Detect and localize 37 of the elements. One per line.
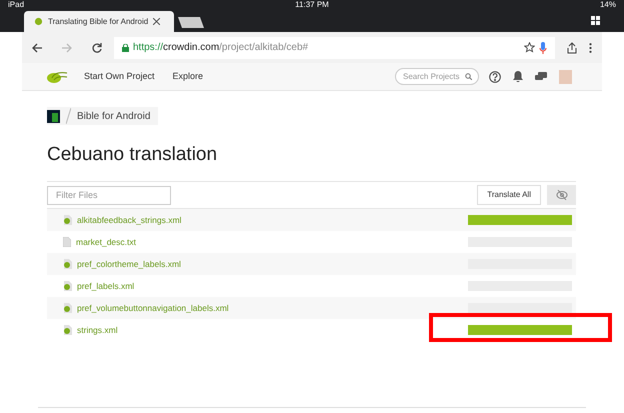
tab-title: Translating Bible for Android	[48, 16, 148, 28]
clock-time: 11:37 PM	[295, 0, 329, 10]
tab-grid-icon[interactable]	[591, 16, 600, 25]
translate-all-button[interactable]: Translate All	[477, 185, 541, 205]
eye-crossed-icon	[556, 190, 568, 200]
android-file-icon	[63, 215, 72, 225]
android-file-icon	[63, 325, 72, 335]
android-file-icon	[63, 259, 72, 269]
device-name: iPad	[8, 0, 24, 10]
project-icon	[47, 110, 60, 122]
menu-icon[interactable]	[589, 42, 592, 52]
android-file-icon	[63, 303, 72, 313]
nav-link[interactable]: Explore	[172, 70, 204, 84]
search-field[interactable]: Search Projects	[395, 68, 479, 85]
breadcrumb-separator-icon	[66, 108, 71, 124]
back-icon[interactable]	[32, 42, 42, 52]
microphone-icon[interactable]	[539, 42, 547, 54]
lock-icon	[122, 44, 129, 52]
search-icon	[465, 73, 472, 80]
close-icon[interactable]	[153, 18, 160, 25]
address-bar[interactable]: https://crowdin.com/project/alkitab/ceb#	[114, 36, 555, 58]
breadcrumb-link[interactable]: Bible for Android	[77, 108, 150, 124]
share-icon[interactable]	[567, 42, 577, 54]
browser-tab[interactable]: Translating Bible for Android	[24, 11, 174, 32]
reload-icon[interactable]	[92, 42, 102, 52]
hide-button[interactable]	[547, 185, 576, 205]
bell-icon[interactable]	[513, 71, 523, 82]
nav-link[interactable]: Start Own Project	[84, 70, 155, 84]
star-icon[interactable]	[524, 42, 535, 53]
filter-field[interactable]: Filter Files	[47, 186, 171, 204]
battery-level: 14%	[600, 0, 616, 10]
android-file-icon	[63, 281, 72, 291]
text-file-icon	[63, 237, 71, 247]
chat-icon[interactable]	[535, 72, 547, 82]
new-tab-button[interactable]	[178, 17, 204, 28]
page-title: Cebuano translation	[47, 142, 218, 166]
help-icon[interactable]	[489, 70, 501, 82]
